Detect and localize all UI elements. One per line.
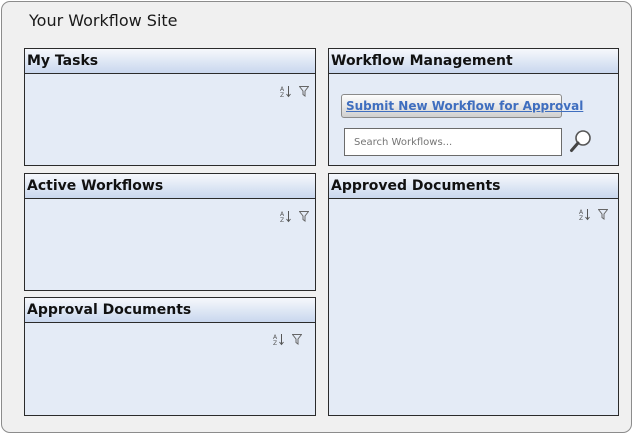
panel-title: My Tasks xyxy=(25,49,315,74)
submit-workflow-button[interactable]: Submit New Workflow for Approval xyxy=(341,94,583,118)
panel-approved-documents: Approved Documents AZ xyxy=(328,173,619,416)
panel-toolbar: AZ xyxy=(579,208,608,221)
svg-text:Z: Z xyxy=(280,92,284,98)
panel-my-tasks: My Tasks AZ xyxy=(24,48,316,166)
svg-text:Z: Z xyxy=(280,217,284,223)
panel-title: Approved Documents xyxy=(329,174,618,199)
sort-icon[interactable]: AZ xyxy=(280,210,291,223)
sort-icon[interactable]: AZ xyxy=(273,333,284,346)
filter-icon[interactable] xyxy=(598,209,608,220)
panel-toolbar: AZ xyxy=(273,333,302,346)
panel-title: Active Workflows xyxy=(25,174,315,199)
panel-approval-documents: Approval Documents AZ xyxy=(24,297,316,416)
panel-active-workflows: Active Workflows AZ xyxy=(24,173,316,291)
panel-title: Workflow Management xyxy=(329,49,618,74)
panel-title: Approval Documents xyxy=(25,298,315,323)
svg-text:Z: Z xyxy=(579,215,583,221)
site-title: Your Workflow Site xyxy=(29,11,178,30)
sort-icon[interactable]: AZ xyxy=(280,85,291,98)
panel-toolbar: AZ xyxy=(280,85,309,98)
filter-icon[interactable] xyxy=(299,86,309,97)
filter-icon[interactable] xyxy=(292,334,302,345)
panel-toolbar: AZ xyxy=(280,210,309,223)
sort-icon[interactable]: AZ xyxy=(579,208,590,221)
panel-workflow-management: Workflow Management Submit New Workflow … xyxy=(328,48,619,166)
search-icon[interactable] xyxy=(569,129,593,155)
search-workflows-input[interactable] xyxy=(344,128,562,156)
filter-icon[interactable] xyxy=(299,211,309,222)
svg-text:Z: Z xyxy=(273,340,277,346)
